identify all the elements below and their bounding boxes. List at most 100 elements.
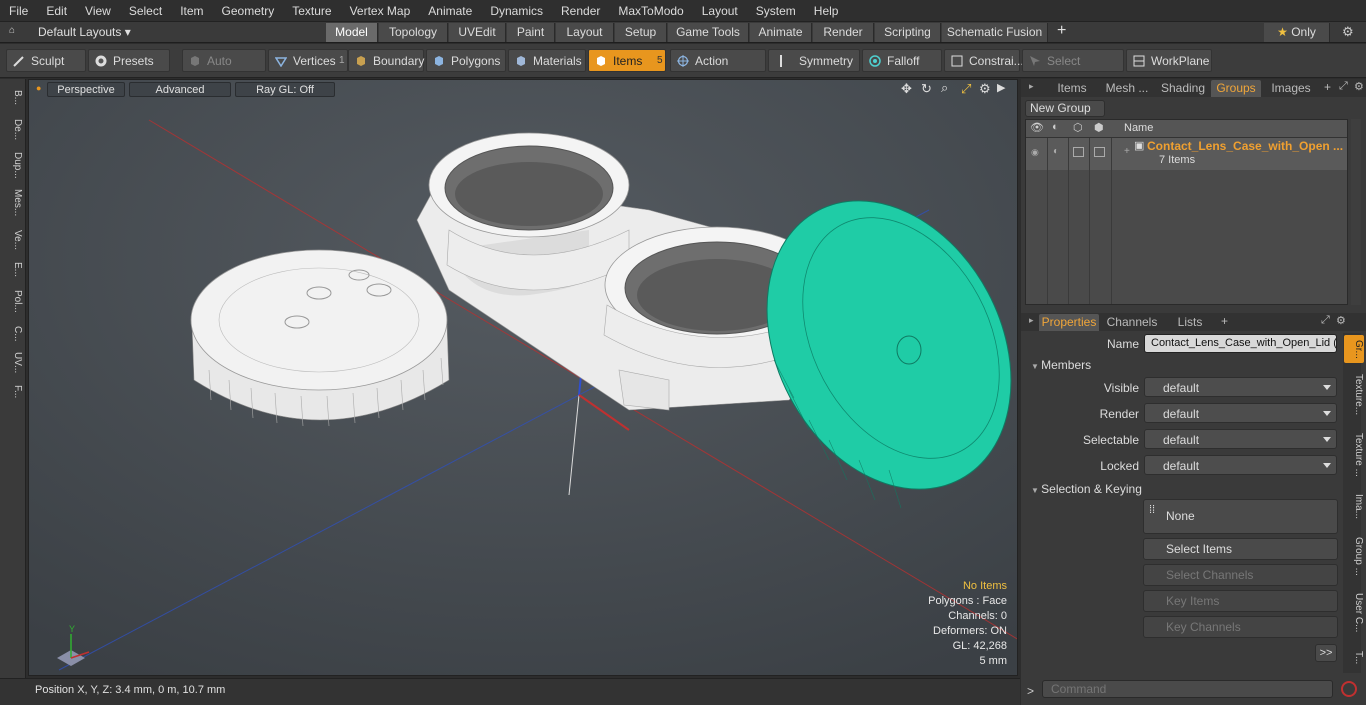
menu-edit[interactable]: Edit: [37, 0, 76, 22]
tab-topology[interactable]: Topology: [379, 23, 448, 42]
presets-button[interactable]: Presets: [88, 49, 170, 72]
tab-images[interactable]: Images: [1266, 80, 1316, 97]
tab-model[interactable]: Model: [326, 23, 378, 42]
perspective-dropdown[interactable]: Perspective: [47, 82, 125, 97]
menu-layout[interactable]: Layout: [693, 0, 747, 22]
menu-item[interactable]: Item: [171, 0, 212, 22]
selection-keying-section-header[interactable]: Selection & Keying: [1031, 482, 1142, 496]
gear-icon[interactable]: ⚙: [1342, 24, 1354, 40]
row-lock-checkbox[interactable]: [1094, 147, 1105, 157]
left-tab-b[interactable]: B...: [3, 83, 23, 113]
menu-system[interactable]: System: [747, 0, 805, 22]
properties-menu-icon[interactable]: ▸: [1029, 315, 1034, 326]
visible-dropdown[interactable]: default: [1144, 377, 1337, 397]
left-tab-e[interactable]: E...: [3, 257, 23, 283]
more-button[interactable]: >>: [1315, 644, 1337, 662]
menu-texture[interactable]: Texture: [283, 0, 340, 22]
viewport-more-icon[interactable]: ▶: [997, 81, 1005, 94]
rotate-view-icon[interactable]: ↻: [921, 81, 932, 97]
left-tab-de[interactable]: De...: [3, 115, 23, 145]
left-tab-pol[interactable]: Pol...: [3, 285, 23, 317]
key-items-button[interactable]: Key Items: [1143, 590, 1338, 612]
left-tab-uv[interactable]: UV...: [3, 349, 23, 377]
props-expand-icon[interactable]: ⤢: [1321, 314, 1330, 327]
members-section-header[interactable]: Members: [1031, 358, 1091, 372]
3d-viewport[interactable]: Y ● Perspective Advanced Ray GL: Off ✥ ↻…: [28, 79, 1018, 676]
select-through-button[interactable]: Select Through: [1022, 49, 1124, 91]
side-tab-group-2[interactable]: Group ...: [1344, 531, 1364, 581]
tab-scripting[interactable]: Scripting: [875, 23, 941, 42]
panel-menu-icon[interactable]: ▸: [1029, 81, 1034, 92]
new-group-button[interactable]: New Group: [1025, 100, 1105, 117]
menu-file[interactable]: File: [0, 0, 37, 22]
home-icon[interactable]: ⌂: [9, 25, 15, 36]
vertices-button[interactable]: Vertices: [268, 49, 348, 72]
select-channels-button[interactable]: Select Channels: [1143, 564, 1338, 586]
side-tab-group[interactable]: Gr...: [1344, 335, 1364, 363]
tab-shading[interactable]: Shading: [1157, 80, 1209, 97]
tab-paint[interactable]: Paint: [507, 23, 555, 42]
raygl-dropdown[interactable]: Ray GL: Off: [235, 82, 335, 97]
group-row[interactable]: ◉ ◐ + ▣ Contact_Lens_Case_with_Open ... …: [1026, 138, 1347, 170]
groups-scrollbar[interactable]: [1351, 119, 1361, 305]
menu-render[interactable]: Render: [552, 0, 609, 22]
menu-geometry[interactable]: Geometry: [213, 0, 284, 22]
side-tab-t[interactable]: T...: [1344, 645, 1364, 671]
auto-select-button[interactable]: Auto Select: [182, 49, 266, 91]
panel-gear-icon[interactable]: ⚙: [1354, 80, 1364, 93]
expand-plus-icon[interactable]: +: [1124, 146, 1130, 157]
side-tab-texture-1[interactable]: Texture...: [1344, 369, 1364, 421]
viewport-settings-icon[interactable]: ⚙: [979, 81, 991, 97]
constraints-button[interactable]: Constrai...: [944, 49, 1024, 72]
left-tab-c[interactable]: C...: [3, 321, 23, 347]
side-tab-user-channels[interactable]: User C...: [1344, 587, 1364, 639]
left-tab-dup[interactable]: Dup...: [3, 147, 23, 183]
workplane-button[interactable]: WorkPlane: [1126, 49, 1212, 72]
side-tab-texture-2[interactable]: Texture ...: [1344, 427, 1364, 483]
zoom-icon[interactable]: ⌕: [941, 80, 948, 96]
key-channels-button[interactable]: Key Channels: [1143, 616, 1338, 638]
row-render-icon[interactable]: ◐: [1053, 146, 1059, 157]
only-toggle[interactable]: ★ Only: [1264, 23, 1330, 42]
side-tab-image[interactable]: Ima...: [1344, 489, 1364, 525]
symmetry-button[interactable]: Symmetry: [768, 49, 860, 72]
record-icon[interactable]: [1341, 681, 1357, 697]
select-items-button[interactable]: Select Items: [1143, 538, 1338, 560]
default-layouts-dropdown[interactable]: Default Layouts ▾: [38, 25, 131, 39]
items-button[interactable]: Items: [588, 49, 666, 72]
selectable-dropdown[interactable]: default: [1144, 429, 1337, 449]
menu-view[interactable]: View: [76, 0, 120, 22]
menu-select[interactable]: Select: [120, 0, 171, 22]
viewport-scene[interactable]: Y: [29, 80, 1018, 676]
menu-dynamics[interactable]: Dynamics: [481, 0, 552, 22]
tab-items[interactable]: Items: [1047, 80, 1097, 97]
tab-render[interactable]: Render: [813, 23, 874, 42]
tab-layout[interactable]: Layout: [556, 23, 614, 42]
advanced-dropdown[interactable]: Advanced: [129, 82, 231, 97]
locked-dropdown[interactable]: default: [1144, 455, 1337, 475]
row-select-checkbox[interactable]: [1073, 147, 1084, 157]
tab-schematic-fusion[interactable]: Schematic Fusion: [942, 23, 1048, 42]
left-tab-mes[interactable]: Mes...: [3, 185, 23, 221]
left-lid-mesh[interactable]: [190, 249, 450, 427]
name-field[interactable]: Contact_Lens_Case_with_Open_Lid (: [1144, 334, 1337, 353]
tab-lists[interactable]: Lists: [1165, 314, 1215, 331]
none-button[interactable]: ⁞⁞ None: [1143, 499, 1338, 534]
left-tab-f[interactable]: F...: [3, 379, 23, 405]
move-view-icon[interactable]: ✥: [901, 81, 912, 97]
materials-button[interactable]: Materials: [508, 49, 586, 72]
command-input[interactable]: [1042, 680, 1333, 698]
tab-game-tools[interactable]: Game Tools: [668, 23, 749, 42]
tab-setup[interactable]: Setup: [615, 23, 667, 42]
tab-channels[interactable]: Channels: [1103, 314, 1161, 331]
props-gear-icon[interactable]: ⚙: [1336, 314, 1346, 327]
add-tab-button[interactable]: +: [1057, 22, 1066, 40]
add-panel-tab-icon[interactable]: +: [1324, 80, 1331, 94]
tab-animate[interactable]: Animate: [750, 23, 812, 42]
falloff-button[interactable]: Falloff: [862, 49, 942, 72]
sculpt-button[interactable]: Sculpt: [6, 49, 86, 72]
tab-properties[interactable]: Properties: [1039, 314, 1099, 331]
menu-help[interactable]: Help: [805, 0, 848, 22]
left-tab-ve[interactable]: Ve...: [3, 225, 23, 255]
add-prop-tab-icon[interactable]: +: [1221, 314, 1228, 328]
